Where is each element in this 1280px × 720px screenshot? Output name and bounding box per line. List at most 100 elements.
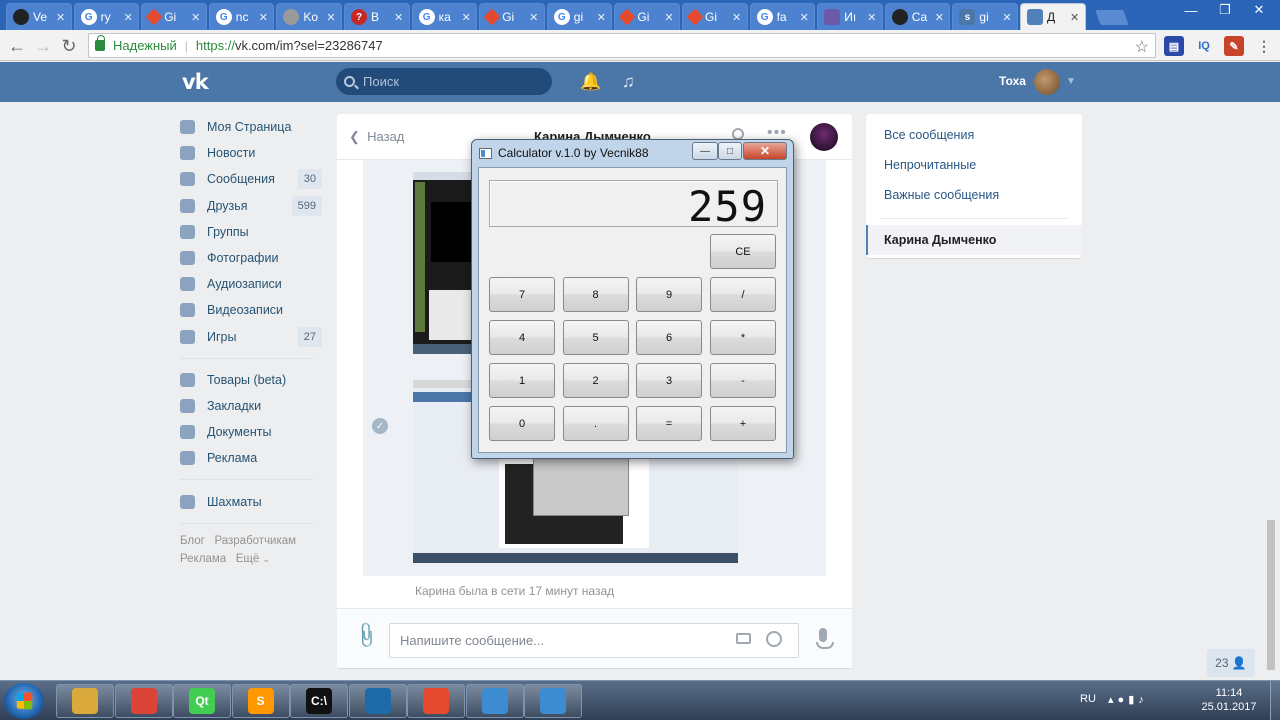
reload-icon[interactable]: ↻ xyxy=(58,35,80,57)
sidebar-item-groups[interactable]: Группы xyxy=(180,219,330,245)
maximize-icon[interactable]: ❐ xyxy=(1208,0,1242,20)
tab-close-icon[interactable]: ✕ xyxy=(528,11,540,24)
tab-close-icon[interactable]: ✕ xyxy=(257,11,269,24)
filter-important[interactable]: Важные сообщения xyxy=(866,180,1082,210)
chat-avatar[interactable] xyxy=(810,123,838,151)
browser-tab[interactable]: Gfa ✕ xyxy=(749,3,816,30)
sidebar-item-messages[interactable]: Сообщения 30 xyxy=(180,166,330,192)
browser-tab[interactable]: s gi ✕ xyxy=(952,3,1018,30)
notifications-bell-icon[interactable]: 🔔 xyxy=(580,72,601,92)
sidebar-item-goods[interactable]: Товары (beta) xyxy=(180,367,330,393)
music-note-icon[interactable]: ♫ xyxy=(622,72,635,92)
filter-all-messages[interactable]: Все сообщения xyxy=(866,120,1082,150)
tab-close-icon[interactable]: ✕ xyxy=(798,11,810,24)
key-0-button[interactable]: 0 xyxy=(489,406,555,441)
sidebar-item-audio[interactable]: Аудиозаписи xyxy=(180,271,330,297)
browser-tab[interactable]: Ca ✕ xyxy=(884,3,951,30)
taskbar-qt-creator[interactable]: Qt xyxy=(173,684,231,718)
key-equals-button[interactable]: = xyxy=(636,406,702,441)
key-plus-button[interactable]: + xyxy=(710,406,776,441)
browser-tab[interactable]: Д ✕ xyxy=(1020,3,1086,30)
minimize-icon[interactable]: — xyxy=(1174,0,1208,20)
browser-tab[interactable]: ? B ✕ xyxy=(344,3,410,30)
volume-icon[interactable]: ♪ xyxy=(1138,694,1148,706)
tab-close-icon[interactable]: ✕ xyxy=(122,11,134,24)
key-divide-button[interactable]: / xyxy=(710,277,776,312)
emoji-icon[interactable] xyxy=(766,631,782,647)
key-minus-button[interactable]: - xyxy=(710,363,776,398)
system-tray[interactable]: ▴●▮♪ xyxy=(1108,693,1148,706)
new-tab-button[interactable] xyxy=(1095,10,1129,25)
bookmark-star-icon[interactable]: ☆ xyxy=(1135,37,1149,57)
key-multiply-button[interactable]: * xyxy=(710,320,776,355)
microphone-icon[interactable] xyxy=(816,628,834,649)
sidebar-item-friends[interactable]: Друзья 599 xyxy=(180,193,330,219)
footer-link-blog[interactable]: Блог xyxy=(180,535,205,547)
avatar[interactable] xyxy=(1034,69,1060,95)
chevron-down-icon[interactable]: ▼ xyxy=(1066,76,1076,87)
key-7-button[interactable]: 7 xyxy=(489,277,555,312)
key-6-button[interactable]: 6 xyxy=(636,320,702,355)
tab-close-icon[interactable]: ✕ xyxy=(663,11,675,24)
footer-link-more[interactable]: Ещё xyxy=(236,553,260,565)
key-decimal-button[interactable]: . xyxy=(562,406,629,441)
start-button[interactable] xyxy=(4,683,44,719)
tab-close-icon[interactable]: ✕ xyxy=(190,11,202,24)
key-3-button[interactable]: 3 xyxy=(636,363,702,398)
chevron-down-icon[interactable]: ⌄ xyxy=(262,554,270,564)
tab-close-icon[interactable]: ✕ xyxy=(933,11,945,24)
tab-close-icon[interactable]: ✕ xyxy=(866,11,878,24)
tray-up-arrow-icon[interactable]: ▴ xyxy=(1108,694,1118,706)
network-icon[interactable]: ▮ xyxy=(1128,694,1138,706)
close-icon[interactable]: ✕ xyxy=(1242,0,1276,20)
sidebar-item-my-page[interactable]: Моя Страница xyxy=(180,114,330,140)
extension-iq-icon[interactable]: IQ xyxy=(1194,36,1214,56)
browser-tab[interactable]: Ve ✕ xyxy=(6,3,72,30)
sidebar-item-games[interactable]: Игры 27 xyxy=(180,324,330,350)
user-name[interactable]: Тоха xyxy=(999,74,1026,88)
active-conversation[interactable]: Карина Дымченко xyxy=(866,225,1082,255)
browser-tab[interactable]: Ggi ✕ xyxy=(546,3,613,30)
tab-close-icon[interactable]: ✕ xyxy=(460,11,472,24)
vk-logo[interactable]: vk xyxy=(182,70,214,94)
show-desktop-button[interactable] xyxy=(1270,681,1280,720)
key-1-button[interactable]: 1 xyxy=(489,363,555,398)
taskbar-sublime[interactable]: S xyxy=(231,684,290,718)
taskbar-calculator-2[interactable] xyxy=(524,684,582,718)
language-indicator[interactable]: RU xyxy=(1080,693,1096,705)
tab-close-icon[interactable]: ✕ xyxy=(1001,11,1013,24)
sidebar-item-video[interactable]: Видеозаписи xyxy=(180,297,330,323)
key-2-button[interactable]: 2 xyxy=(562,363,629,398)
clock[interactable]: 11:14 25.01.2017 xyxy=(1198,686,1260,714)
key-8-button[interactable]: 8 xyxy=(562,277,629,312)
footer-link-ads[interactable]: Реклама xyxy=(180,553,226,565)
browser-tab[interactable]: Ko ✕ xyxy=(276,3,342,30)
forward-arrow-icon[interactable]: → xyxy=(32,35,54,57)
extension-pdf-icon[interactable]: ✎ xyxy=(1224,36,1244,56)
chrome-menu-icon[interactable]: ⋮ xyxy=(1254,36,1274,56)
tab-close-icon[interactable]: ✕ xyxy=(595,11,607,24)
maximize-icon[interactable]: □ xyxy=(718,142,742,160)
tray-app-icon[interactable]: ● xyxy=(1118,694,1129,706)
key-5-button[interactable]: 5 xyxy=(562,320,629,355)
sidebar-item-bookmarks[interactable]: Закладки xyxy=(180,393,330,419)
browser-tab[interactable]: Gi ✕ xyxy=(682,3,748,30)
browser-tab[interactable]: Gnc ✕ xyxy=(208,3,275,30)
sidebar-item-documents[interactable]: Документы xyxy=(180,419,330,445)
back-button[interactable]: ❮ Назад xyxy=(349,129,404,145)
browser-tab[interactable]: Gi ✕ xyxy=(479,3,545,30)
camera-icon[interactable] xyxy=(736,633,751,644)
checkmark-icon[interactable]: ✓ xyxy=(372,418,388,434)
paperclip-icon[interactable]: 📎 xyxy=(351,620,382,650)
close-icon[interactable]: ✕ xyxy=(743,142,787,160)
minimize-icon[interactable]: — xyxy=(692,142,718,160)
tab-close-icon[interactable]: ✕ xyxy=(1069,11,1081,24)
taskbar-cmd[interactable]: C:\ xyxy=(290,684,348,718)
clear-button[interactable]: CE xyxy=(710,234,776,269)
sidebar-item-ads[interactable]: Реклама xyxy=(180,445,330,471)
browser-tab[interactable]: Иı ✕ xyxy=(817,3,883,30)
tab-close-icon[interactable]: ✕ xyxy=(55,11,67,24)
taskbar-explorer[interactable] xyxy=(56,684,114,718)
tab-close-icon[interactable]: ✕ xyxy=(325,11,337,24)
browser-tab[interactable]: Gry ✕ xyxy=(73,3,140,30)
